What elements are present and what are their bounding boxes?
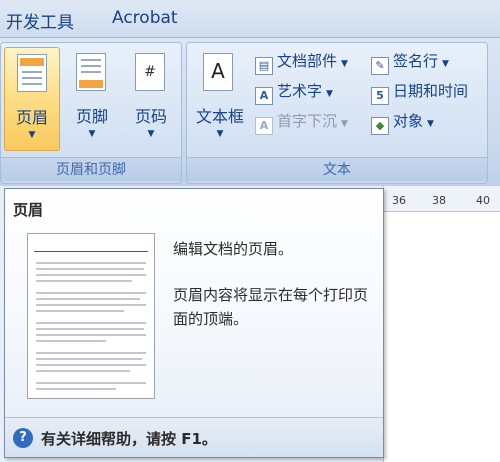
ribbon: 页眉 ▼ 页脚 ▼ # 页码 ▼ 页眉和页脚 A 文本框 ▼ ▤ 文档部件 ▼ A艺 [0,38,500,186]
signature-line-button[interactable]: ✎ 签名行 ▼ [371,49,449,75]
preview-header-line [34,246,148,252]
textbox-icon: A [203,53,233,91]
chevron-down-icon: ▼ [341,119,348,129]
horizontal-ruler: 36 38 40 [384,186,500,212]
screentip-detail: 页眉内容将显示在每个打印页面的顶端。 [173,286,369,328]
signature-line-icon: ✎ [371,57,389,75]
date-time-icon: 5 [371,87,389,105]
header-icon [17,54,47,92]
tab-developer[interactable]: 开发工具 [6,8,74,33]
date-time-button[interactable]: 5 日期和时间 [371,79,468,105]
header-button-label: 页眉 [15,108,48,127]
chevron-down-icon: ▼ [88,129,96,139]
object-icon: ◆ [371,117,389,135]
ruler-tick-label: 36 [392,194,406,207]
footer-button[interactable]: 页脚 ▼ [64,47,120,151]
screentip-footer: ? 有关详细帮助，请按 F1。 [5,417,383,457]
chevron-down-icon: ▼ [341,59,348,69]
chevron-down-icon: ▼ [326,89,333,99]
screentip-header: 页眉 编辑文档的页眉。 页眉内容将显示在每个打印页面的顶端。 ? 有关详细帮助，… [4,188,384,458]
tab-acrobat[interactable]: Acrobat [112,8,178,28]
quick-parts-button[interactable]: ▤ 文档部件 ▼ [255,49,348,75]
group-label-header-footer: 页眉和页脚 [1,157,181,181]
group-text: A 文本框 ▼ ▤ 文档部件 ▼ A 艺术字 ▼ A 首字下沉 ▼ ✎ 签名行 ▼ 5 日期和时间… [186,42,488,184]
wordart-icon: A [255,87,273,105]
wordart-button[interactable]: A 艺术字 ▼ [255,79,333,105]
chevron-down-icon: ▼ [442,59,449,69]
dropcap-icon: A [255,117,273,135]
group-label-text: 文本 [187,157,487,181]
ruler-tick-label: 40 [476,194,490,207]
help-text: 有关详细帮助，请按 F1。 [41,430,217,448]
chevron-down-icon: ▼ [427,119,434,129]
header-preview-thumbnail [27,233,155,399]
header-button[interactable]: 页眉 ▼ [4,47,60,151]
quick-parts-icon: ▤ [255,57,273,75]
footer-icon [76,53,106,91]
chevron-down-icon: ▼ [147,129,155,139]
chevron-down-icon: ▼ [28,130,36,140]
ruler-tick-label: 38 [432,194,446,207]
document-area[interactable]: 36 38 40 [383,186,500,462]
group-header-footer: 页眉 ▼ 页脚 ▼ # 页码 ▼ 页眉和页脚 [0,42,182,184]
screentip-title: 页眉 [13,201,44,219]
page-number-button[interactable]: # 页码 ▼ [123,47,179,151]
page-number-icon: # [135,53,165,91]
object-button[interactable]: ◆ 对象 ▼ [371,109,434,135]
help-icon: ? [13,428,33,448]
screentip-description: 编辑文档的页眉。 [173,240,294,258]
textbox-button-label: 文本框 [195,107,244,126]
ribbon-tab-bar: 开发工具 Acrobat [0,0,500,38]
chevron-down-icon: ▼ [216,129,224,139]
page-number-button-label: 页码 [134,107,167,126]
footer-button-label: 页脚 [75,107,108,126]
dropcap-button: A 首字下沉 ▼ [255,109,348,135]
textbox-button[interactable]: A 文本框 ▼ [191,47,249,151]
